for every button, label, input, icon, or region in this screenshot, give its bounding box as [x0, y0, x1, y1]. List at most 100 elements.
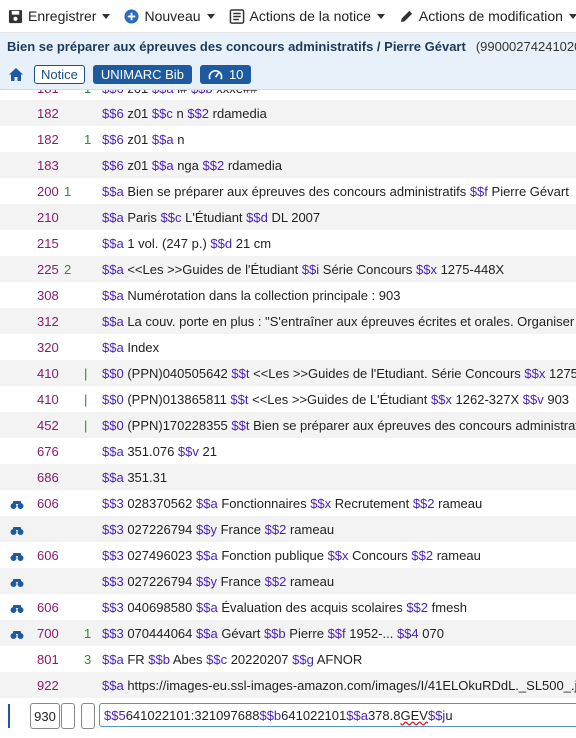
subfield-code: $$x [524, 365, 546, 381]
field-content: $$3 040698580 $$a Évaluation des acquis … [102, 600, 467, 615]
new-label: Nouveau [144, 8, 201, 24]
subfield-code: $$4 [396, 625, 419, 641]
subfield-value: FR [123, 651, 149, 667]
subfield-value: 351.31 [123, 469, 168, 485]
binoculars-icon[interactable] [10, 576, 24, 591]
subfield-value: Pierre Gévart [487, 183, 569, 199]
subfield-code: $$a [102, 261, 124, 277]
marc-field-row[interactable]: 410 | $$0 (PPN)040505642 $$t <<Les >>Guide… [0, 360, 576, 386]
subfield-value: 21 [198, 443, 217, 459]
subfield-code: $$y [196, 573, 217, 589]
subfield-code: $$3 [102, 573, 124, 589]
subfield-value: Fonctionnaires [217, 495, 311, 511]
marc-field-row[interactable]: 700 1 $$3 070444064 $$a Gévart $$b Pierre … [0, 620, 576, 646]
marc-field-row[interactable]: 686 $$a 351.31 [0, 464, 576, 490]
record-actions-label: Actions de la notice [249, 8, 371, 24]
record-title: Bien se préparer aux épreuves des concou… [7, 38, 466, 54]
subfield-code: $$a [102, 183, 124, 199]
subfield-code: $$2 [264, 573, 287, 589]
marc-field-row[interactable]: 183 $$6 z01 $$a nga $$2 rdamedia [0, 152, 576, 178]
field-content: $$a 1 vol. (247 p.) $$d 21 cm [102, 236, 271, 251]
subfield-code: $$x [310, 495, 332, 511]
subfield-value: L'Étudiant [181, 209, 247, 225]
marc-field-row[interactable]: 606 $$3 028370562 $$a Fonctionnaires $$x … [0, 490, 576, 516]
count-badge: 10 [199, 64, 252, 84]
binoculars-icon[interactable] [10, 550, 24, 565]
subfield-value: z01 [123, 131, 152, 147]
marc-field-row[interactable]: 312 $$a La couv. porte en plus : "S'entra… [0, 308, 576, 334]
save-button[interactable]: Enregistrer [0, 0, 111, 32]
marc-field-row[interactable]: 210 $$a Paris $$c L'Étudiant $$d DL 2007 [0, 204, 576, 230]
subfield-code: $$i [301, 261, 320, 277]
marc-field-row[interactable]: 606 $$3 027496023 $$a Fonction publique $… [0, 542, 576, 568]
record-tags-bar: Notice UNIMARC Bib 10 [0, 59, 576, 90]
subfield-value: 040698580 [123, 599, 196, 615]
marc-field-row[interactable]: 801 3 $$a FR $$b Abes $$c 20220207 $$g AFN… [0, 646, 576, 672]
edit-tag-input[interactable]: 930 [30, 703, 60, 729]
new-button[interactable]: Nouveau [116, 0, 215, 32]
subfield-value: rameau [433, 547, 481, 563]
subfield-code: $$a [102, 651, 124, 667]
subfield-code: $$g [292, 651, 314, 667]
marc-field-row[interactable]: 410 | $$0 (PPN)013865811 $$t <<Les >>Guide… [0, 386, 576, 412]
binoculars-icon[interactable] [10, 524, 24, 539]
edit-actions-button[interactable]: Actions de modification [391, 0, 576, 32]
subfield-value: 027226794 [123, 573, 196, 589]
marc-field-row[interactable]: 320 $$a Index [0, 334, 576, 360]
marc-field-row[interactable]: $$3 027226794 $$y France $$2 rameau [0, 516, 576, 542]
field-indicator: 2 [64, 261, 72, 277]
marc-field-row[interactable]: 200 1 $$a Bien se préparer aux épreuves de… [0, 178, 576, 204]
marc-field-row[interactable]: 182 1 $$6 z01 $$a n [0, 126, 576, 152]
marc-field-row[interactable]: 606 $$3 040698580 $$a Évaluation des acqu… [0, 594, 576, 620]
marc-field-row[interactable]: 225 2 $$a <<Les >>Guides de l'Étudiant $$i… [0, 256, 576, 282]
subfield-value: 1262-327X [451, 391, 523, 407]
gauge-icon [208, 69, 223, 79]
subfield-value: 351.076 [123, 443, 178, 459]
subfield-value: xxxe## [213, 90, 257, 96]
subfield-value: Bien se préparer aux épreuves des concou… [123, 183, 470, 199]
marc-field-row[interactable]: 922 $$a https://images-eu.ssl-images-amaz… [0, 672, 576, 698]
marc-field-row[interactable]: $$3 027226794 $$y France $$2 rameau [0, 568, 576, 594]
marc-field-row[interactable]: 452 | $$0 (PPN)170228355 $$t Bien se prépa… [0, 412, 576, 438]
subfield-code: $$a [196, 599, 218, 615]
binoculars-icon[interactable] [10, 602, 24, 617]
marc-field-row[interactable]: 676 $$a 351.076 $$v 21 [0, 438, 576, 464]
notice-badge: Notice [34, 64, 85, 84]
field-tag: 410 [37, 391, 59, 407]
field-tag: 308 [37, 287, 59, 303]
marc-field-row[interactable]: 308 $$a Numérotation dans la collection p… [0, 282, 576, 308]
edit-indicator2-input[interactable] [81, 703, 95, 729]
field-indicator: | [84, 365, 88, 381]
marc-field-row[interactable]: 215 $$a 1 vol. (247 p.) $$d 21 cm [0, 230, 576, 256]
field-tag: 606 [37, 495, 59, 511]
edit-indicator1-input[interactable] [61, 703, 75, 729]
subfield-code: $$t [231, 365, 250, 381]
subfield-value: La couv. porte en plus : "S'entraîner au… [123, 313, 575, 329]
field-content: $$6 z01 $$a n [102, 132, 184, 147]
subfield-value: 1952-... [345, 625, 397, 641]
save-icon [8, 9, 23, 23]
record-actions-button[interactable]: Actions de la notice [221, 0, 385, 32]
subfield-code: $$a [102, 469, 124, 485]
home-icon[interactable] [8, 67, 24, 82]
subfield-value: AFNOR [313, 651, 363, 667]
subfield-value: z01 [123, 105, 152, 121]
binoculars-icon[interactable] [10, 498, 24, 513]
subfield-code: $$b [191, 90, 213, 96]
binoculars-icon[interactable] [10, 628, 24, 643]
marc-field-row[interactable]: 181 1 $$6 z01 $$a i# $$b xxxe## [0, 90, 576, 100]
subfield-value: DL 2007 [267, 209, 321, 225]
subfield-code: $$0 [102, 391, 124, 407]
field-tag: 606 [37, 599, 59, 615]
subfield-code: $$x [327, 547, 349, 563]
field-content: $$0 (PPN)040505642 $$t <<Les >>Guides de… [102, 366, 576, 381]
edit-actions-label: Actions de modification [418, 8, 563, 24]
subfield-value: 070 [418, 625, 444, 641]
edit-content-input[interactable]: $$5 641022101:321097688 $$b 641022101 $$… [99, 703, 576, 727]
subfield-code: $$j [427, 707, 446, 723]
marc-field-row[interactable]: 182 $$6 z01 $$c n $$2 rdamedia [0, 100, 576, 126]
subfield-code: $$2 [412, 495, 435, 511]
field-content: $$0 (PPN)170228355 $$t Bien se préparer … [102, 418, 576, 433]
field-indicator: 3 [84, 651, 92, 667]
subfield-value: Pierre [285, 625, 328, 641]
